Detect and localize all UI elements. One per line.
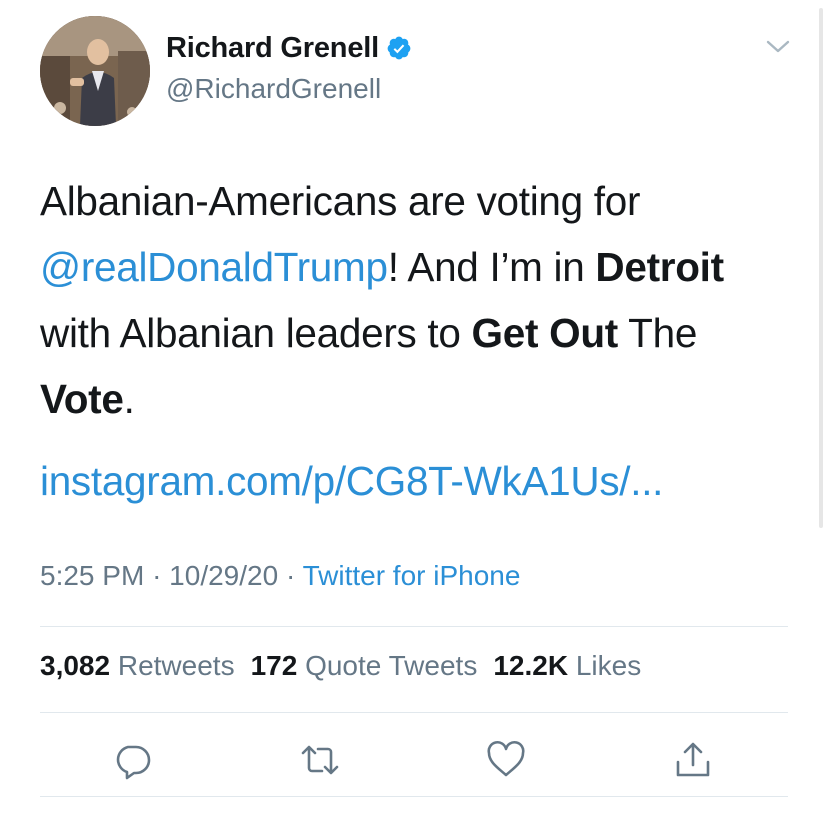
- quote-tweets-label: Quote Tweets: [305, 650, 478, 681]
- tweet-text-segment: The: [617, 310, 698, 356]
- meta-separator: ·: [285, 560, 296, 591]
- retweet-icon[interactable]: [300, 740, 340, 780]
- mention-link[interactable]: @realDonaldTrump: [40, 244, 388, 290]
- scrollbar[interactable]: [819, 8, 823, 528]
- avatar[interactable]: [40, 16, 150, 126]
- reply-icon[interactable]: [112, 740, 152, 780]
- divider: [40, 712, 788, 713]
- handle[interactable]: @RichardGrenell: [166, 73, 412, 105]
- profile-photo-icon: [40, 16, 150, 126]
- tweet-text: Albanian-Americans are voting for @realDo…: [40, 168, 800, 432]
- tweet-text-bold: Vote: [40, 376, 124, 422]
- tweet-link[interactable]: instagram.com/p/CG8T-WkA1Us/...: [40, 448, 663, 514]
- retweets-count: 3,082: [40, 650, 111, 681]
- quote-tweets-count: 172: [250, 650, 298, 681]
- share-icon[interactable]: [673, 740, 713, 780]
- display-name[interactable]: Richard Grenell: [166, 32, 379, 65]
- engagement-stats: 3,082 Retweets 172 Quote Tweets 12.2K Like…: [40, 650, 657, 682]
- chevron-down-icon[interactable]: [765, 38, 791, 56]
- tweet-text-bold: Get Out: [471, 310, 619, 356]
- tweet-card: Richard Grenell @RichardGrenell Albanian…: [0, 0, 828, 817]
- action-bar: [0, 740, 828, 780]
- tweet-time: 5:25 PM: [40, 560, 145, 591]
- tweet-text-bold: Detroit: [595, 244, 724, 290]
- tweet-text-segment: ! And I’m in: [387, 244, 596, 290]
- divider: [40, 796, 788, 797]
- tweet-text-line: with Albanian leaders to Get Out The: [40, 300, 800, 366]
- verified-badge-icon: [386, 35, 412, 61]
- meta-separator: ·: [152, 560, 162, 591]
- likes-count: 12.2K: [493, 650, 569, 681]
- display-name-row: Richard Grenell: [166, 28, 412, 68]
- tweet-text-segment: Albanian-Americans are voting for: [40, 178, 641, 224]
- tweet-text-line: @realDonaldTrump! And I’m in Detroit: [40, 234, 800, 300]
- tweet-text-line: Vote.: [40, 366, 800, 432]
- tweet-text-segment: .: [123, 376, 135, 422]
- retweets-label: Retweets: [117, 650, 235, 681]
- instagram-link[interactable]: instagram.com/p/CG8T-WkA1Us/...: [40, 458, 663, 504]
- divider: [40, 626, 788, 627]
- tweet-source[interactable]: Twitter for iPhone: [303, 560, 521, 591]
- author-block: Richard Grenell @RichardGrenell: [166, 28, 412, 105]
- tweet-date: 10/29/20: [169, 560, 279, 591]
- retweets-stat[interactable]: 3,082 Retweets: [40, 650, 235, 681]
- like-icon[interactable]: [486, 740, 526, 780]
- likes-label: Likes: [575, 650, 642, 681]
- likes-stat[interactable]: 12.2K Likes: [493, 650, 641, 681]
- tweet-text-segment: with Albanian leaders to: [40, 310, 472, 356]
- quote-tweets-stat[interactable]: 172 Quote Tweets: [251, 650, 478, 681]
- tweet-meta: 5:25 PM · 10/29/20 · Twitter for iPhone: [40, 560, 520, 592]
- tweet-text-line: Albanian-Americans are voting for: [40, 168, 800, 234]
